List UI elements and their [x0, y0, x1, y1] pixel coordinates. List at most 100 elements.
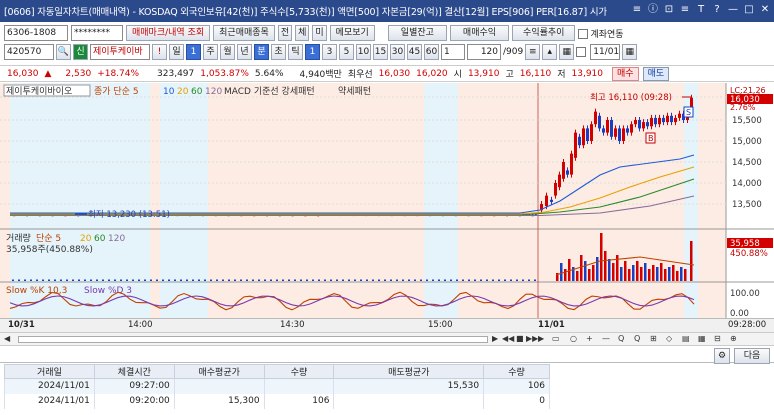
stock-code-input[interactable]: 420570 [4, 44, 54, 60]
cell-sell-avg [333, 393, 485, 409]
volume-bar [126, 279, 128, 281]
memo-button[interactable]: 메모보기 [329, 25, 375, 41]
trade-profit-button[interactable]: 매매수익 [449, 25, 510, 41]
volume-bar [420, 279, 422, 281]
daily-balance-button[interactable]: 일별잔고 [387, 25, 447, 41]
grid-tool-icon[interactable]: ⊞ [650, 334, 657, 343]
diamond-tool-icon[interactable]: ◇ [666, 334, 672, 343]
add-tool-icon[interactable]: ⊕ [730, 334, 737, 343]
volume-bar [234, 279, 236, 281]
table-row[interactable]: 2024/11/01 09:27:00 15,530 106 [4, 378, 550, 394]
trade-marks-button[interactable]: 매매마크/내역 조회 [126, 25, 211, 41]
horizontal-scrollbar[interactable] [18, 336, 488, 343]
calendar-icon[interactable]: ▦ [559, 44, 575, 60]
menu-icon[interactable]: ≡ [630, 3, 644, 17]
header-trade-date: 거래일 [4, 364, 95, 379]
close-button[interactable]: ✕ [758, 3, 772, 17]
volume-bar [438, 279, 440, 281]
list-icon[interactable]: ≡ [678, 3, 692, 17]
candle [562, 162, 565, 179]
table-row[interactable]: 2024/11/01 09:20:00 15,300 106 0 [4, 393, 550, 409]
volume-last-label: 35,958 [730, 239, 760, 249]
scroll-left-icon[interactable]: ◀ [4, 334, 10, 343]
font-icon[interactable]: T [694, 3, 708, 17]
candle [606, 120, 609, 133]
period-weekly-button[interactable]: 주 [203, 44, 218, 60]
calendar-icon[interactable]: ▦ [622, 44, 638, 60]
table-header-row: 거래일 체결시간 매수평균가 수량 매도평균가 수량 [4, 364, 550, 379]
minute-5-button[interactable]: 5 [339, 44, 354, 60]
play-icon[interactable]: ▶ [538, 334, 544, 343]
minute-30-button[interactable]: 30 [390, 44, 405, 60]
volume-bar [258, 279, 260, 281]
chevron-up-icon[interactable]: ▴ [542, 44, 558, 60]
period-yearly-button[interactable]: 년 [237, 44, 252, 60]
chart-canvas[interactable]: 16,00015,50015,00014,50014,00013,500제이투케… [0, 83, 774, 319]
maximize-button[interactable]: □ [742, 3, 756, 17]
buy-button[interactable]: 매수 [612, 66, 639, 81]
stop-icon[interactable]: ■ [516, 334, 524, 343]
volume: 323,497 [157, 68, 195, 79]
header-buy-avg: 매수평균가 [173, 364, 265, 379]
minute-60-button[interactable]: 60 [424, 44, 439, 60]
split-tool-icon[interactable]: ⊟ [714, 334, 721, 343]
alert-icon[interactable]: ! [152, 44, 167, 60]
yield-trend-button[interactable]: 수익률추이 [512, 25, 576, 41]
circle-tool-icon[interactable]: ○ [570, 334, 577, 343]
volume-bar [42, 279, 44, 281]
zoom-out-icon[interactable]: Q [634, 334, 640, 343]
scroll-right-icon[interactable]: ▶ [492, 334, 498, 343]
minute-45-button[interactable]: 45 [407, 44, 422, 60]
minute-1-button[interactable]: 1 [305, 44, 320, 60]
search-icon[interactable]: 🔍 [56, 44, 71, 60]
table-tool-icon[interactable]: ▦ [698, 334, 706, 343]
window-link-icon[interactable]: ⊡ [662, 3, 676, 17]
info-icon[interactable]: ⓘ [646, 3, 660, 17]
price-chart[interactable]: 16,00015,50015,00014,50014,00013,500제이투케… [0, 83, 774, 319]
help-icon[interactable]: ? [710, 3, 724, 17]
gear-icon[interactable]: ⚙ [714, 348, 730, 364]
filter-filled-button[interactable]: 체 [295, 25, 310, 41]
minute-3-button[interactable]: 3 [322, 44, 337, 60]
count-input[interactable]: 120 [467, 44, 501, 60]
period-monthly-button[interactable]: 월 [220, 44, 235, 60]
next-button[interactable]: 다음 [734, 348, 770, 364]
filter-all-button[interactable]: 전 [277, 25, 293, 41]
filter-unfilled-button[interactable]: 미 [312, 25, 327, 41]
date-input[interactable]: 11/01 [590, 44, 621, 60]
menu-icon[interactable]: ≡ [525, 44, 541, 60]
interval-input[interactable]: 1 [441, 44, 465, 60]
zoom-in-icon[interactable]: Q [618, 334, 624, 343]
date-checkbox[interactable] [576, 46, 588, 58]
period-tick-button[interactable]: 틱 [288, 44, 303, 60]
cross-tool-icon[interactable]: + [586, 334, 593, 343]
candle [582, 128, 585, 146]
volume-bar [114, 279, 116, 281]
password-field[interactable]: ******** [71, 25, 123, 41]
period-second-button[interactable]: 초 [271, 44, 286, 60]
sell-button[interactable]: 매도 [642, 66, 670, 81]
header-exec-time: 체결시간 [93, 364, 175, 379]
pct-label: 2.76% [730, 103, 756, 112]
period-daily-button[interactable]: 일 [169, 44, 184, 60]
line-tool-icon[interactable]: — [602, 334, 610, 343]
minute-10-button[interactable]: 10 [356, 44, 371, 60]
volume-bar [330, 279, 332, 281]
rewind-icon[interactable]: ◀◀ [502, 334, 514, 343]
minute-15-button[interactable]: 15 [373, 44, 388, 60]
candle [590, 124, 593, 141]
volume-bar [162, 279, 164, 281]
fast-forward-icon[interactable]: ▶▶ [526, 334, 538, 343]
panel-tool-icon[interactable]: ▤ [682, 334, 690, 343]
account-select[interactable]: 6306-1808 [4, 25, 68, 41]
period-minute-button[interactable]: 분 [254, 44, 269, 60]
y-tick: 15,000 [732, 137, 762, 147]
x-axis: 10/31 14:00 14:30 15:00 11/01 09:28:00 [0, 318, 774, 332]
period-number-select[interactable]: 1 [186, 44, 201, 60]
recent-trades-button[interactable]: 최근매매종목 [213, 25, 275, 41]
account-link-checkbox[interactable]: 계좌연동 [578, 27, 624, 40]
rect-tool-icon[interactable]: ▭ [552, 334, 560, 343]
candle [646, 122, 649, 127]
volume-bar [486, 279, 488, 281]
minimize-button[interactable]: — [726, 3, 740, 17]
